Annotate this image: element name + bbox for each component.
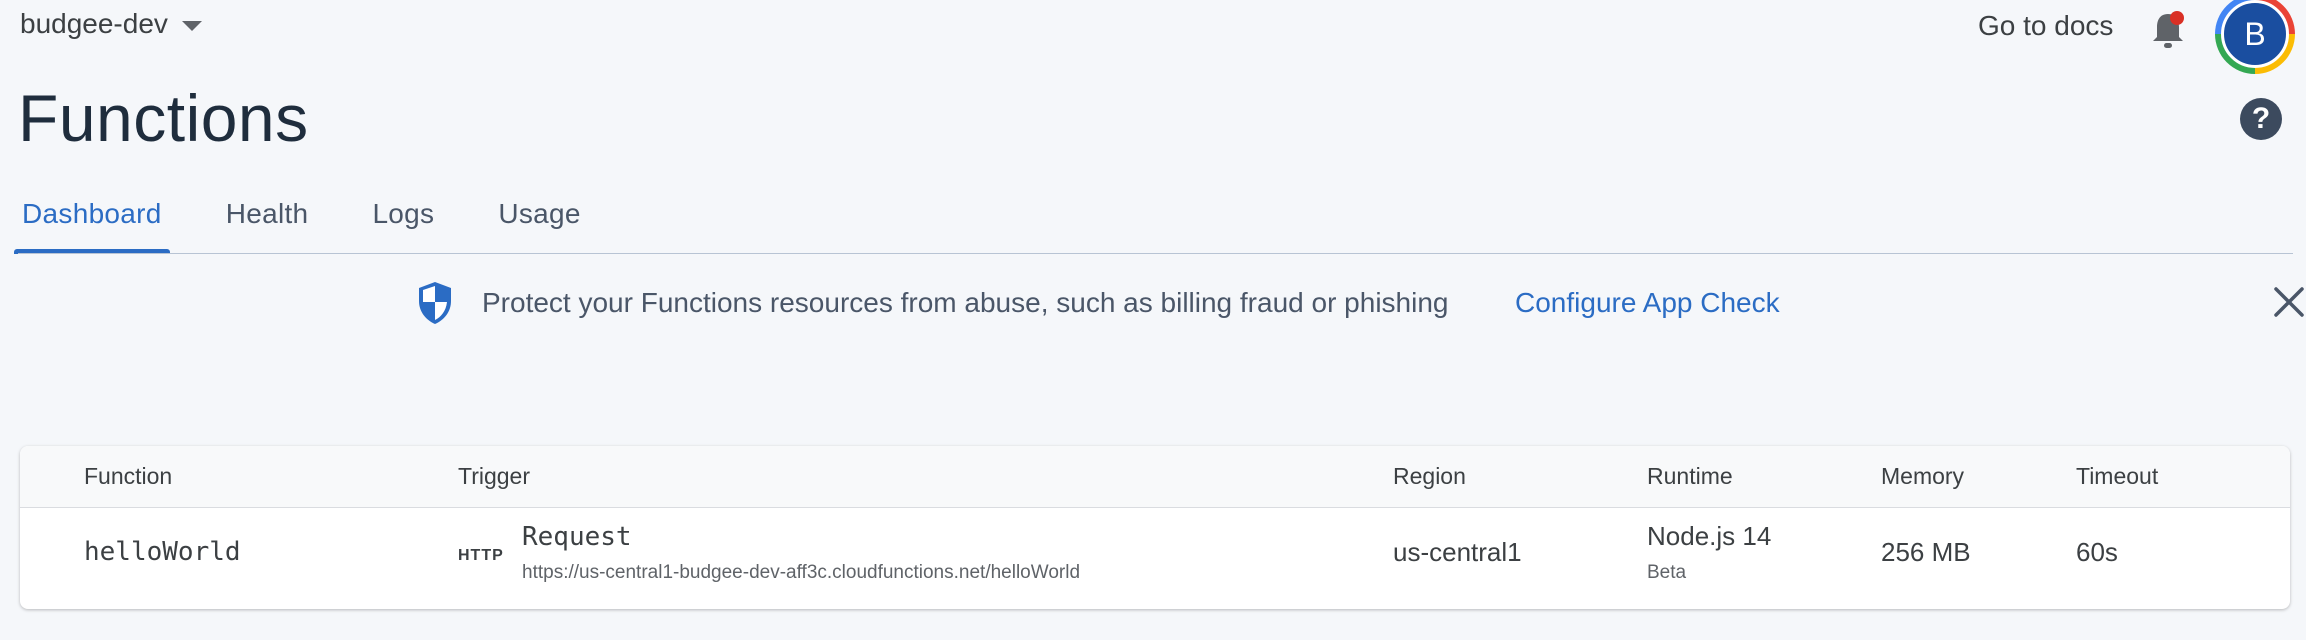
tab-divider (18, 253, 2293, 254)
tab-usage[interactable]: Usage (494, 198, 584, 254)
avatar[interactable]: B (2221, 0, 2289, 68)
trigger-url[interactable]: https://us-central1-budgee-dev-aff3c.clo… (522, 562, 1080, 584)
timeout-value: 60s (2076, 537, 2118, 567)
column-header-runtime[interactable]: Runtime (1647, 463, 1733, 490)
memory-value: 256 MB (1881, 537, 1971, 567)
shield-icon (419, 282, 451, 324)
page-title: Functions (18, 81, 309, 155)
configure-app-check-link[interactable]: Configure App Check (1515, 287, 1780, 319)
project-selector[interactable]: budgee-dev (20, 8, 202, 40)
functions-table: Function Trigger Region Runtime Memory T… (20, 446, 2290, 609)
tab-logs[interactable]: Logs (368, 198, 438, 254)
runtime-value: Node.js 14 (1647, 521, 1772, 551)
function-name[interactable]: helloWorld (84, 537, 241, 567)
chevron-down-icon (181, 21, 202, 31)
runtime-beta-tag: Beta (1647, 562, 1687, 583)
column-header-memory[interactable]: Memory (1881, 463, 1964, 490)
region-value: us-central1 (1393, 537, 1522, 567)
banner-message: Protect your Functions resources from ab… (482, 287, 1449, 318)
tab-bar: Dashboard Health Logs Usage (14, 198, 641, 254)
project-name: budgee-dev (20, 8, 168, 39)
trigger-name: Request (522, 522, 632, 552)
help-icon[interactable]: ? (2240, 98, 2282, 140)
http-trigger-badge: HTTP (458, 547, 504, 564)
column-header-region[interactable]: Region (1393, 463, 1466, 490)
column-header-timeout[interactable]: Timeout (2076, 463, 2158, 490)
notification-bell-icon[interactable] (2148, 8, 2188, 52)
column-header-function[interactable]: Function (84, 463, 172, 490)
go-to-docs-link[interactable]: Go to docs (1978, 10, 2113, 42)
table-header: Function Trigger Region Runtime Memory T… (20, 446, 2290, 508)
close-icon[interactable] (2272, 285, 2306, 319)
tab-health[interactable]: Health (222, 198, 313, 254)
tab-dashboard[interactable]: Dashboard (14, 198, 170, 254)
table-row[interactable]: helloWorld HTTP Request https://us-centr… (20, 508, 2290, 609)
column-header-trigger[interactable]: Trigger (458, 463, 530, 490)
